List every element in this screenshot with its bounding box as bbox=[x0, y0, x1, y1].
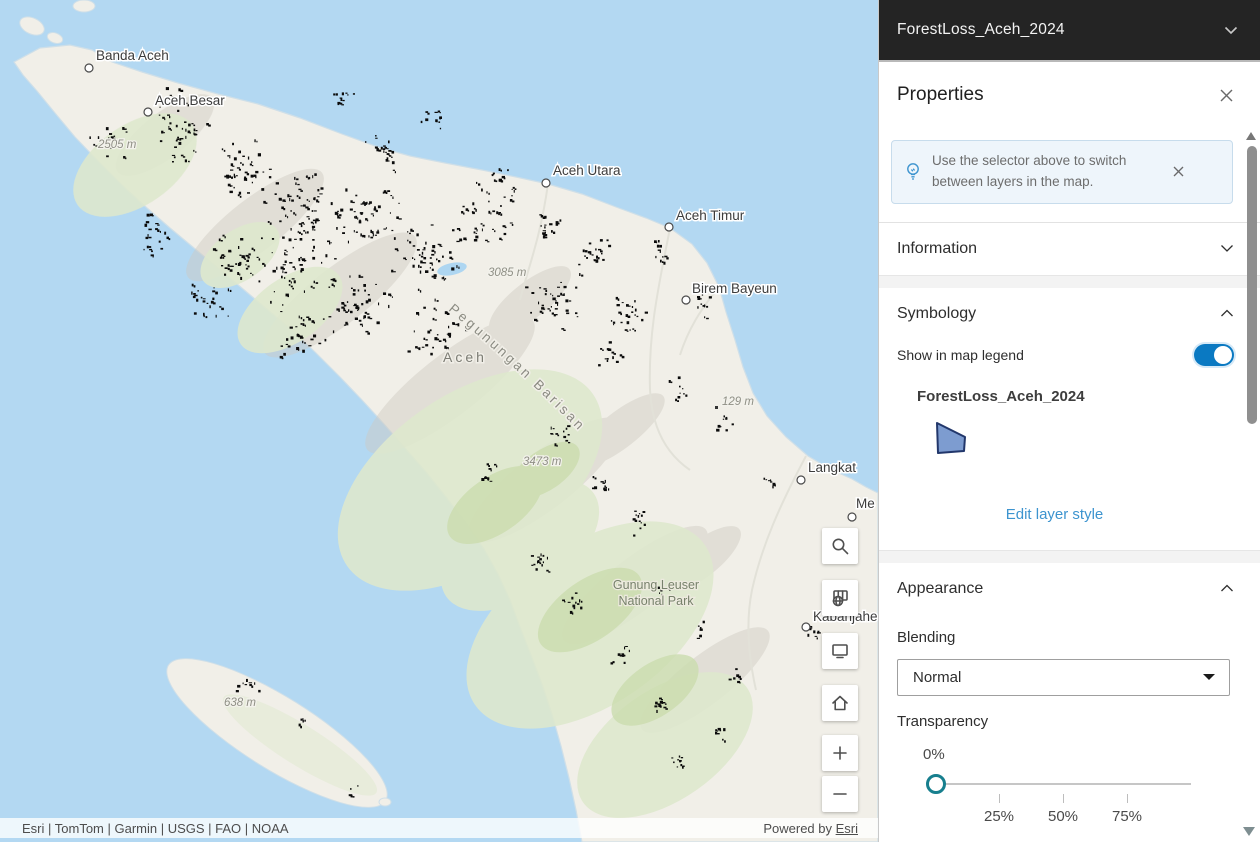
search-icon bbox=[832, 538, 849, 555]
chevron-down-icon bbox=[1224, 26, 1238, 34]
svg-text:Aceh Utara: Aceh Utara bbox=[553, 163, 621, 178]
powered-by: Powered by Esri bbox=[763, 820, 858, 836]
window-button[interactable] bbox=[822, 633, 858, 669]
slider-tick-label: 75% bbox=[1111, 807, 1143, 825]
transparency-label: Transparency bbox=[897, 712, 989, 730]
blending-label: Blending bbox=[897, 628, 956, 646]
show-legend-toggle[interactable] bbox=[1194, 343, 1234, 366]
section-information[interactable]: Information bbox=[879, 221, 1260, 275]
attribution-sources: Esri | TomTom | Garmin | USGS | FAO | NO… bbox=[22, 820, 289, 836]
section-information-label: Information bbox=[897, 239, 978, 257]
page-title: Properties bbox=[897, 84, 984, 105]
map-label-park-line2: National Park bbox=[618, 594, 694, 608]
section-divider bbox=[879, 549, 1260, 563]
svg-text:3085 m: 3085 m bbox=[488, 267, 527, 279]
edit-link-wrap: Edit layer style bbox=[879, 506, 1230, 524]
map-area: Pegunungan Barisan Aceh Gunung Leuser Na… bbox=[0, 0, 878, 842]
layer-selector-title: ForestLoss_Aceh_2024 bbox=[897, 21, 1065, 38]
transparency-value: 0% bbox=[923, 745, 945, 763]
svg-text:3473 m: 3473 m bbox=[523, 456, 562, 468]
dismiss-hint-button[interactable] bbox=[1170, 163, 1187, 180]
hint-callout: Use the selector above to switch between… bbox=[891, 140, 1233, 204]
svg-text:2505 m: 2505 m bbox=[97, 139, 137, 151]
svg-text:Banda Aceh: Banda Aceh bbox=[96, 48, 169, 63]
slider-track[interactable] bbox=[935, 782, 1191, 785]
window-icon bbox=[832, 644, 848, 659]
caret-down-icon bbox=[1203, 674, 1215, 681]
blending-value: Normal bbox=[913, 668, 962, 686]
chevron-down-icon bbox=[1221, 245, 1233, 253]
svg-text:129 m: 129 m bbox=[722, 396, 754, 408]
scrollbar-up-arrow[interactable] bbox=[1246, 132, 1256, 140]
toggle-knob bbox=[1214, 345, 1232, 364]
basemap-button[interactable] bbox=[822, 580, 858, 616]
svg-text:638 m: 638 m bbox=[224, 697, 256, 709]
scrollbar-thumb[interactable] bbox=[1247, 146, 1257, 424]
edit-layer-style-link[interactable]: Edit layer style bbox=[1006, 506, 1104, 523]
slider-tick-label: 50% bbox=[1047, 807, 1079, 825]
blending-select[interactable]: Normal bbox=[897, 658, 1230, 696]
basemap-icon bbox=[832, 590, 848, 607]
attribution-bar: Esri | TomTom | Garmin | USGS | FAO | NO… bbox=[0, 818, 878, 838]
properties-panel: ForestLoss_Aceh_2024 Properties Use the … bbox=[878, 0, 1260, 842]
home-icon bbox=[832, 695, 848, 711]
slider-tick bbox=[1063, 793, 1064, 803]
slider-tick bbox=[1127, 793, 1128, 803]
map-canvas[interactable]: Pegunungan Barisan Aceh Gunung Leuser Na… bbox=[0, 0, 878, 842]
section-appearance[interactable]: Appearance bbox=[879, 562, 1260, 615]
esri-link[interactable]: Esri bbox=[836, 821, 858, 836]
svg-text:Birem Bayeun: Birem Bayeun bbox=[692, 281, 777, 296]
svg-text:Langkat: Langkat bbox=[808, 460, 856, 475]
hint-message: Use the selector above to switch between… bbox=[932, 153, 1127, 189]
chevron-up-icon bbox=[1221, 584, 1233, 592]
slider-handle[interactable] bbox=[926, 773, 946, 794]
scrollbar-down-arrow[interactable] bbox=[1243, 827, 1255, 836]
transparency-slider: 0% 25% 50% 75% bbox=[879, 734, 1260, 844]
map-label-park-line1: Gunung Leuser bbox=[613, 578, 699, 592]
svg-text:Aceh Timur: Aceh Timur bbox=[676, 208, 745, 223]
section-symbology[interactable]: Symbology bbox=[879, 287, 1260, 340]
properties-titlebar: Properties bbox=[879, 62, 1260, 128]
legend-layer-title: ForestLoss_Aceh_2024 bbox=[917, 387, 1085, 405]
close-panel-button[interactable] bbox=[1217, 86, 1236, 105]
show-legend-row: Show in map legend bbox=[879, 340, 1260, 366]
svg-text:Aceh Besar: Aceh Besar bbox=[155, 93, 225, 108]
svg-text:Me: Me bbox=[856, 496, 875, 511]
legend-swatch bbox=[934, 419, 1260, 460]
slider-tick bbox=[999, 793, 1000, 803]
close-icon bbox=[1220, 89, 1233, 101]
search-button[interactable] bbox=[822, 528, 858, 564]
section-divider bbox=[879, 274, 1260, 288]
show-legend-label: Show in map legend bbox=[897, 346, 1024, 363]
lightbulb-icon bbox=[907, 163, 919, 180]
chevron-up-icon bbox=[1221, 309, 1233, 317]
close-icon bbox=[1173, 166, 1184, 177]
zoom-in-button[interactable] bbox=[822, 735, 858, 771]
polygon-symbol-icon bbox=[936, 421, 966, 454]
layer-selector-header[interactable]: ForestLoss_Aceh_2024 bbox=[879, 0, 1260, 62]
section-symbology-label: Symbology bbox=[897, 304, 977, 322]
slider-tick-label: 25% bbox=[983, 807, 1015, 825]
minus-icon bbox=[833, 793, 847, 795]
map-label-region-aceh: Aceh bbox=[443, 349, 487, 365]
home-button[interactable] bbox=[822, 685, 858, 721]
zoom-out-button[interactable] bbox=[822, 776, 858, 812]
plus-icon bbox=[833, 746, 847, 760]
section-appearance-label: Appearance bbox=[897, 579, 984, 597]
